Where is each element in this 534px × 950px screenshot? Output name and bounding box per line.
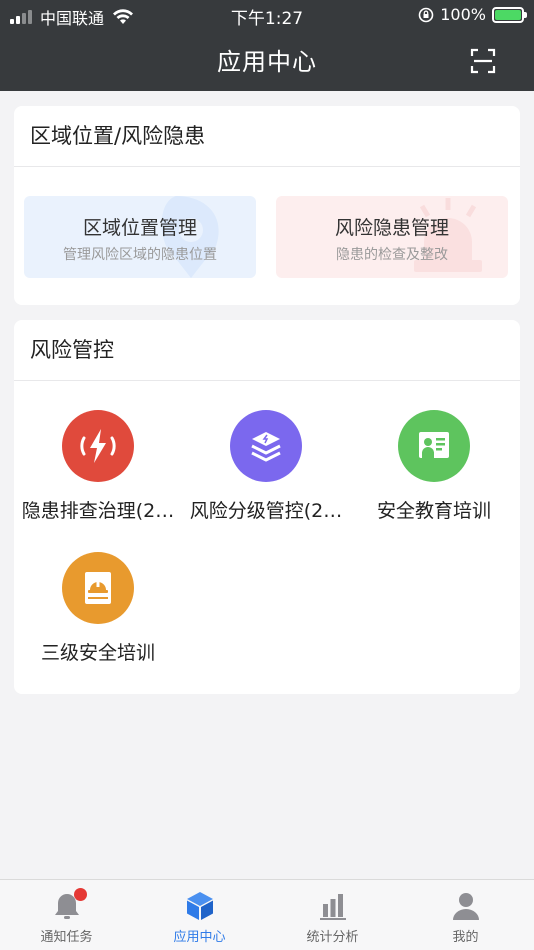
three-level-training-app[interactable]: 三级安全培训	[14, 552, 182, 665]
cube-icon	[184, 890, 216, 922]
notification-badge	[73, 888, 87, 901]
area-risk-title: 区域位置/风险隐患	[14, 106, 520, 167]
layers-icon	[230, 410, 302, 482]
three-level-training-label: 三级安全培训	[40, 642, 155, 664]
battery-icon	[492, 6, 527, 23]
hazard-inspection-app[interactable]: 隐患排查治理(2…	[14, 410, 182, 523]
area-location-tile[interactable]: 区域位置管理 管理风险区域的隐患位置	[24, 196, 256, 278]
presentation-icon	[398, 410, 470, 482]
bar-chart-icon	[317, 890, 349, 922]
risk-hazard-subtitle: 隐患的检查及整改	[336, 247, 448, 263]
tab-label: 通知任务	[40, 930, 93, 945]
tab-label: 我的	[452, 930, 479, 945]
risk-hazard-title: 风险隐患管理	[334, 217, 449, 239]
page-title: 应用中心	[217, 48, 317, 76]
hazard-inspection-label: 隐患排查治理(2…	[21, 500, 175, 522]
risk-grading-app[interactable]: 风险分级管控(2…	[182, 410, 350, 523]
orientation-lock-icon	[418, 7, 434, 22]
bell-icon	[51, 888, 87, 922]
helmet-book-icon	[62, 552, 134, 624]
lightning-icon	[62, 410, 134, 482]
battery-percent: 100%	[440, 5, 486, 24]
risk-grading-label: 风险分级管控(2…	[189, 500, 343, 522]
risk-control-card: 风险管控 隐患排查治理(2… 风险分级管控(2… 安全教育培训 三级安全培训	[14, 320, 520, 694]
scan-icon[interactable]	[470, 48, 496, 74]
tab-bar: 通知任务 应用中心 统计分析 我的	[0, 879, 534, 950]
status-bar: 中国联通 下午1:27 100%	[0, 0, 534, 30]
safety-education-label: 安全教育培训	[376, 500, 491, 522]
risk-hazard-tile[interactable]: 风险隐患管理 隐患的检查及整改	[276, 196, 508, 278]
tab-label: 应用中心	[173, 930, 226, 945]
tab-profile[interactable]: 我的	[399, 880, 532, 950]
tab-label: 统计分析	[306, 930, 359, 945]
risk-control-title: 风险管控	[14, 320, 520, 381]
status-right: 100%	[418, 5, 527, 24]
safety-education-app[interactable]: 安全教育培训	[350, 410, 518, 523]
area-risk-card: 区域位置/风险隐患 区域位置管理 管理风险区域的隐患位置 风险隐患管理 隐患的检…	[14, 106, 520, 305]
person-icon	[450, 890, 482, 922]
tab-notifications[interactable]: 通知任务	[0, 880, 133, 950]
tab-statistics[interactable]: 统计分析	[266, 880, 399, 950]
tab-app-center[interactable]: 应用中心	[133, 880, 266, 950]
area-location-subtitle: 管理风险区域的隐患位置	[63, 247, 217, 263]
top-bar: 中国联通 下午1:27 100% 应用中心	[0, 0, 534, 91]
area-location-title: 区域位置管理	[82, 217, 197, 239]
